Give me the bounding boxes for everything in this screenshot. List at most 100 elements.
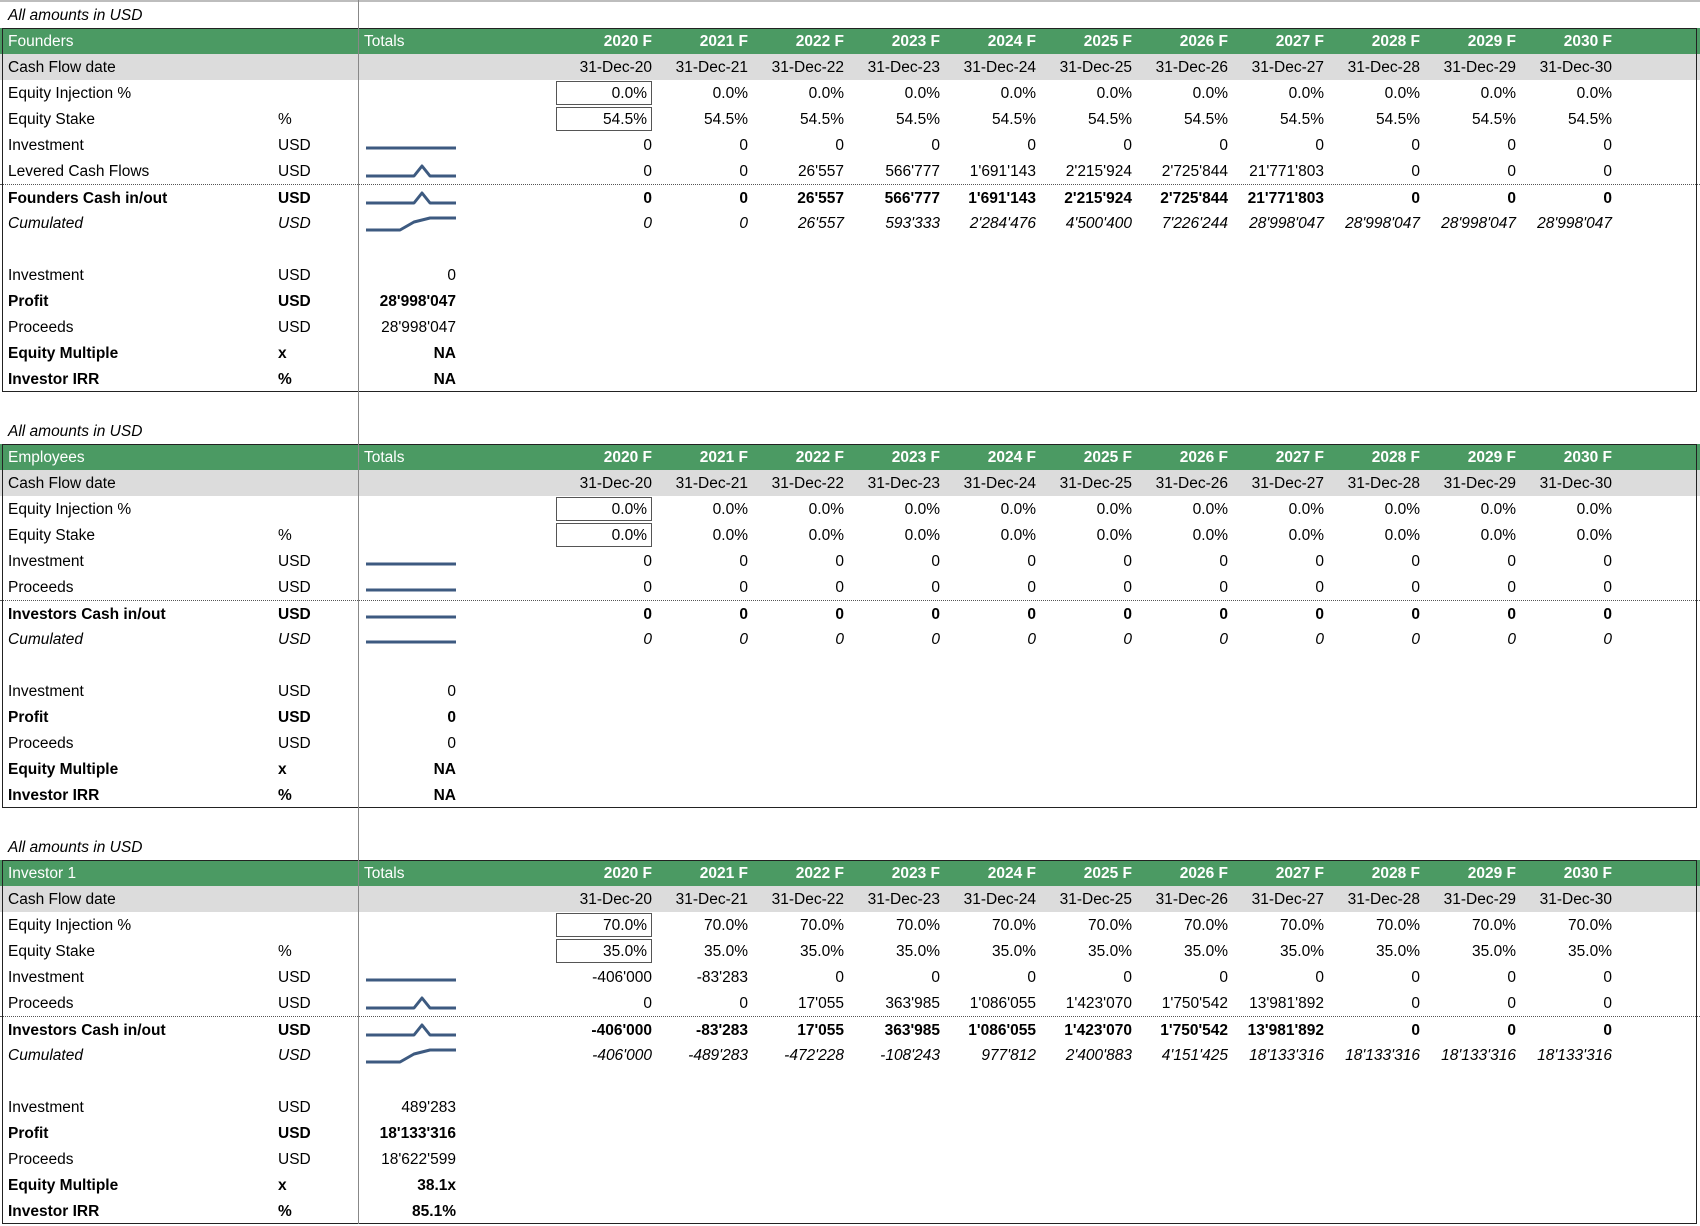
value-cell: 70.0% xyxy=(704,917,748,934)
row-unit: USD xyxy=(278,631,311,648)
summary-label: Proceeds xyxy=(8,319,74,336)
row-unit: USD xyxy=(278,995,311,1012)
date-cell: 31-Dec-22 xyxy=(771,59,844,76)
summary-row: Equity Multiple x NA xyxy=(0,756,1700,782)
all-amounts-row: All amounts in USD xyxy=(0,2,1700,28)
value-cell: 0 xyxy=(1219,553,1228,570)
value-cell: 18'133'316 xyxy=(1249,1047,1324,1064)
value-cell: 18'133'316 xyxy=(1441,1047,1516,1064)
summary-value: NA xyxy=(433,761,456,778)
value-cell: 0 xyxy=(931,137,940,154)
value-cell: 2'725'844 xyxy=(1160,190,1228,207)
value-cell: 0 xyxy=(1603,631,1612,648)
value-cell: -108'243 xyxy=(880,1047,940,1064)
year-header: 2029 F xyxy=(1467,33,1516,50)
summary-value: 85.1% xyxy=(412,1203,456,1220)
value-cell: 0 xyxy=(931,579,940,596)
value-cell: 18'133'316 xyxy=(1537,1047,1612,1064)
value-cell: 54.5% xyxy=(800,111,844,128)
value-cell: 70.0% xyxy=(1568,917,1612,934)
value-cell: 0 xyxy=(1027,606,1036,623)
value-cell: 0 xyxy=(1507,969,1516,986)
date-cell: 31-Dec-27 xyxy=(1251,475,1324,492)
row-label: Investors Cash in/out xyxy=(8,1022,166,1039)
summary-row: Proceeds USD 28'998'047 xyxy=(0,314,1700,340)
value-cell: 54.5% xyxy=(992,111,1036,128)
summary-row: Proceeds USD 18'622'599 xyxy=(0,1146,1700,1172)
row-label: Levered Cash Flows xyxy=(8,163,150,180)
year-header: 2020 F xyxy=(603,33,652,50)
value-cell: 0 xyxy=(835,579,844,596)
summary-label: Investment xyxy=(8,1099,84,1116)
summary-value: 489'283 xyxy=(401,1099,456,1116)
summary-unit: USD xyxy=(278,267,311,284)
row-label: Equity Injection % xyxy=(8,917,132,934)
sparkline-icon xyxy=(366,1023,456,1037)
cash-flow-date-label: Cash Flow date xyxy=(8,891,116,908)
year-header: 2026 F xyxy=(1179,33,1228,50)
summary-unit: x xyxy=(278,1177,287,1194)
value-cell: 70.0% xyxy=(992,917,1036,934)
row-label: Investment xyxy=(8,137,84,154)
summary-value: 18'622'599 xyxy=(381,1151,456,1168)
year-header: 2023 F xyxy=(891,449,940,466)
totals-header: Totals xyxy=(364,33,405,50)
summary-unit: USD xyxy=(278,683,311,700)
value-cell: 0 xyxy=(1411,553,1420,570)
data-row: Investment USD -406'000 -83'283 0 0 0 0 0 0 0 0 0 xyxy=(0,964,1700,990)
summary-value: 18'133'316 xyxy=(379,1125,456,1142)
value-cell: 0 xyxy=(739,631,748,648)
summary-label: Equity Multiple xyxy=(8,761,119,778)
row-unit: % xyxy=(278,943,292,960)
value-cell: 0.0% xyxy=(904,85,940,102)
value-cell: 0.0% xyxy=(712,501,748,518)
value-cell: 0.0% xyxy=(1384,85,1420,102)
data-row: Equity Injection % 0.0% 0.0% 0.0% 0.0% 0.0% 0.… xyxy=(0,496,1700,522)
cash-flow-date-row: Cash Flow date 31-Dec-20 31-Dec-21 31-Dec-2… xyxy=(0,886,1700,912)
year-header: 2030 F xyxy=(1563,33,1612,50)
value-cell: 0 xyxy=(643,606,652,623)
summary-unit: USD xyxy=(278,1125,311,1142)
input-cell[interactable]: 0.0% xyxy=(556,497,652,521)
data-row: Investment USD 0 0 0 0 0 0 0 0 0 0 0 xyxy=(0,548,1700,574)
value-cell: 17'055 xyxy=(797,995,844,1012)
value-cell: 35.0% xyxy=(800,943,844,960)
value-cell: 0 xyxy=(1027,579,1036,596)
value-cell: -83'283 xyxy=(696,969,748,986)
sparkline-icon xyxy=(366,996,456,1010)
value-cell: 35.0% xyxy=(704,943,748,960)
value-cell: 0 xyxy=(739,606,748,623)
value-cell: 0 xyxy=(931,969,940,986)
value-cell: 70.0% xyxy=(1280,917,1324,934)
input-cell[interactable]: 0.0% xyxy=(556,81,652,105)
data-row: Equity Stake% 54.5% 54.5% 54.5% 54.5% 54.5% 54… xyxy=(0,106,1700,132)
value-cell: 0 xyxy=(1315,137,1324,154)
year-header: 2028 F xyxy=(1371,33,1420,50)
value-cell: 13'981'892 xyxy=(1249,995,1324,1012)
value-cell: 54.5% xyxy=(1472,111,1516,128)
cash-flow-date-label: Cash Flow date xyxy=(8,475,116,492)
input-cell[interactable]: 54.5% xyxy=(556,107,652,131)
data-row: Cumulated USD -406'000 -489'283 -472'228 -108… xyxy=(0,1042,1700,1068)
summary-label: Profit xyxy=(8,1125,49,1142)
row-unit: USD xyxy=(278,190,311,207)
date-cell: 31-Dec-20 xyxy=(579,891,652,908)
value-cell: 0 xyxy=(1411,995,1420,1012)
value-cell: 1'691'143 xyxy=(969,163,1036,180)
date-cell: 31-Dec-28 xyxy=(1347,59,1420,76)
value-cell: 0 xyxy=(931,553,940,570)
year-header: 2020 F xyxy=(603,449,652,466)
spreadsheet: All amounts in USD Founders Totals 2020 F 20… xyxy=(0,0,1700,1224)
input-cell[interactable]: 0.0% xyxy=(556,523,652,547)
value-cell: 0 xyxy=(1219,631,1228,648)
value-cell: 0.0% xyxy=(1000,501,1036,518)
year-header: 2027 F xyxy=(1275,33,1324,50)
input-cell[interactable]: 70.0% xyxy=(556,913,652,937)
year-header: 2025 F xyxy=(1083,449,1132,466)
value-cell: 0.0% xyxy=(808,85,844,102)
summary-unit: USD xyxy=(278,1099,311,1116)
value-cell: 0 xyxy=(1603,553,1612,570)
summary-unit: % xyxy=(278,787,292,804)
input-cell[interactable]: 35.0% xyxy=(556,939,652,963)
cash-flow-date-row: Cash Flow date 31-Dec-20 31-Dec-21 31-Dec-2… xyxy=(0,54,1700,80)
